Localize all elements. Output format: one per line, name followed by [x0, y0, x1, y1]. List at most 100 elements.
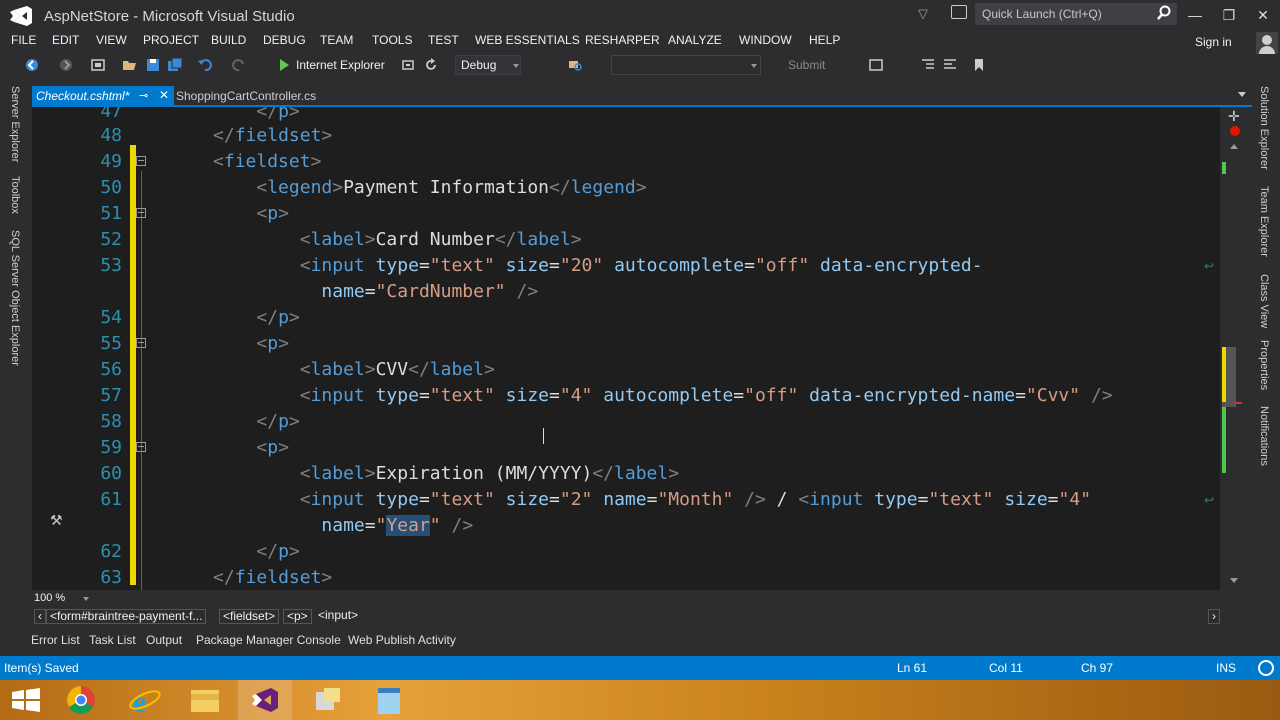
status-insert-mode[interactable]: INS: [1216, 661, 1236, 675]
menu-team[interactable]: TEAM: [320, 33, 353, 47]
notepad-icon[interactable]: [362, 680, 416, 720]
tab-overflow-icon[interactable]: [1238, 92, 1246, 97]
error-icon[interactable]: [1230, 126, 1240, 136]
save-all-icon[interactable]: [167, 57, 183, 73]
tab-task-list[interactable]: Task List: [89, 633, 136, 647]
tab-web-publish-activity[interactable]: Web Publish Activity: [348, 633, 456, 647]
collapse-icon[interactable]: [136, 156, 146, 166]
collapse-icon[interactable]: [136, 338, 146, 348]
window-title: AspNetStore - Microsoft Visual Studio: [44, 8, 295, 25]
tab-checkout-cshtml[interactable]: Checkout.cshtml* ⊸ ✕: [32, 86, 174, 105]
filter-icon[interactable]: ▽: [918, 6, 928, 22]
menu-file[interactable]: FILE: [11, 33, 36, 47]
internet-explorer-icon[interactable]: e: [118, 680, 172, 720]
tab-output[interactable]: Output: [146, 633, 182, 647]
breadcrumb-item[interactable]: <fieldset>: [219, 609, 280, 624]
zoom-level[interactable]: 100 %: [34, 592, 65, 604]
tab-error-list[interactable]: Error List: [31, 633, 80, 647]
menu-test[interactable]: TEST: [428, 33, 459, 47]
sign-in-link[interactable]: Sign in: [1195, 35, 1232, 49]
quick-launch-input[interactable]: Quick Launch (Ctrl+Q): [975, 3, 1177, 25]
file-explorer-icon[interactable]: [178, 680, 232, 720]
submit-label[interactable]: Submit: [788, 58, 825, 72]
quick-action-icon[interactable]: ⚒: [50, 512, 63, 529]
menu-project[interactable]: PROJECT: [143, 33, 199, 47]
scroll-up-icon[interactable]: [1230, 144, 1238, 149]
server-explorer-tab[interactable]: Server Explorer: [9, 86, 21, 162]
code-line: </p>: [256, 541, 300, 562]
chrome-icon[interactable]: [54, 680, 108, 720]
split-window-icon[interactable]: ✛: [1228, 108, 1240, 125]
vertical-scrollbar[interactable]: [1220, 107, 1252, 590]
code-line: name="Year" />: [321, 515, 474, 536]
menu-build[interactable]: BUILD: [211, 33, 246, 47]
back-icon[interactable]: [24, 57, 40, 73]
avatar[interactable]: [1256, 32, 1278, 54]
menu-edit[interactable]: EDIT: [52, 33, 79, 47]
collapse-icon[interactable]: [136, 208, 146, 218]
pin-icon[interactable]: ⊸: [139, 89, 148, 102]
line-number: 53: [100, 255, 122, 276]
close-icon[interactable]: ✕: [1248, 4, 1278, 26]
new-project-icon[interactable]: [90, 57, 106, 73]
tab-package-manager-console[interactable]: Package Manager Console: [196, 633, 341, 647]
chevron-down-icon[interactable]: [83, 597, 89, 601]
sql-server-object-explorer-tab[interactable]: SQL Server Object Explorer: [9, 230, 21, 366]
change-indicator: [1222, 407, 1226, 473]
visual-studio-icon[interactable]: [238, 680, 292, 720]
nav-left-icon[interactable]: ‹: [34, 609, 46, 624]
line-number: 62: [100, 541, 122, 562]
forward-icon[interactable]: [58, 57, 74, 73]
redo-icon[interactable]: [231, 57, 247, 73]
menu-debug[interactable]: DEBUG: [263, 33, 306, 47]
refresh-icon[interactable]: [423, 57, 439, 73]
menu-analyze[interactable]: ANALYZE: [668, 33, 722, 47]
close-tab-icon[interactable]: ✕: [159, 88, 169, 102]
find-in-files-icon[interactable]: [567, 57, 583, 73]
horizontal-scrollbar[interactable]: [100, 596, 1210, 602]
menu-web-essentials[interactable]: WEB ESSENTIALS: [475, 33, 580, 47]
properties-tab[interactable]: Properties: [1258, 340, 1270, 390]
restore-icon[interactable]: ❐: [1214, 4, 1244, 26]
error-indicator: [1234, 402, 1242, 404]
code-editor[interactable]: 47 48 49 50 51 52 53 54 55 56 57 58 59 60 61 62 63 </p> …: [32, 107, 1220, 590]
title-bar: AspNetStore - Microsoft Visual Studio ▽ …: [0, 0, 1280, 32]
breadcrumb-item[interactable]: <input>: [315, 609, 361, 624]
breadcrumb-item[interactable]: <form#braintree-payment-f...: [46, 609, 207, 624]
feedback-icon[interactable]: [951, 5, 967, 19]
scroll-down-icon[interactable]: [1230, 578, 1238, 583]
start-debugging-icon[interactable]: [276, 57, 292, 73]
notification-icon[interactable]: [1258, 660, 1274, 676]
configuration-dropdown[interactable]: Debug: [455, 55, 521, 75]
class-view-tab[interactable]: Class View: [1258, 274, 1270, 328]
comment-icon[interactable]: [868, 57, 884, 73]
tools-icon[interactable]: [302, 680, 356, 720]
team-explorer-tab[interactable]: Team Explorer: [1258, 186, 1270, 257]
minimize-icon[interactable]: —: [1180, 4, 1210, 26]
indent-icon[interactable]: [942, 57, 958, 73]
open-file-icon[interactable]: [122, 57, 138, 73]
solution-explorer-tab[interactable]: Solution Explorer: [1258, 86, 1270, 170]
menu-window[interactable]: WINDOW: [739, 33, 792, 47]
menu-help[interactable]: HELP: [809, 33, 840, 47]
search-icon[interactable]: [1156, 5, 1172, 21]
menu-bar: FILE EDIT VIEW PROJECT BUILD DEBUG TEAM …: [0, 31, 1280, 51]
collapse-icon[interactable]: [136, 442, 146, 452]
start-icon[interactable]: [0, 680, 54, 720]
save-icon[interactable]: [145, 57, 161, 73]
code-line: </p>: [256, 411, 300, 432]
menu-tools[interactable]: TOOLS: [372, 33, 412, 47]
menu-resharper[interactable]: RESHARPER: [585, 33, 660, 47]
notifications-tab[interactable]: Notifications: [1258, 406, 1270, 466]
browser-link-icon[interactable]: [401, 57, 417, 73]
breadcrumb-item[interactable]: <p>: [283, 609, 312, 624]
solution-platform-dropdown[interactable]: [611, 55, 761, 75]
code-line: </fieldset>: [213, 567, 333, 588]
outdent-icon[interactable]: [920, 57, 936, 73]
bookmark-icon[interactable]: [971, 57, 987, 73]
run-target-label[interactable]: Internet Explorer: [296, 58, 385, 72]
nav-right-icon[interactable]: ›: [1208, 609, 1220, 624]
toolbox-tab[interactable]: Toolbox: [9, 176, 21, 214]
undo-icon[interactable]: [197, 57, 213, 73]
menu-view[interactable]: VIEW: [96, 33, 127, 47]
